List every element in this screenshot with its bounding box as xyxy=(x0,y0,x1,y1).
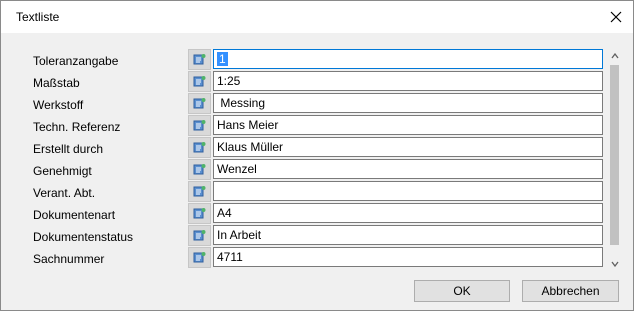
text-list-icon xyxy=(193,120,206,131)
row-techn-referenz: Techn. Referenz Hans Meier xyxy=(1,115,633,137)
cancel-button[interactable]: Abbrechen xyxy=(522,280,619,302)
close-icon xyxy=(610,11,622,23)
text-select-button[interactable] xyxy=(188,137,211,158)
scroll-up-button[interactable] xyxy=(608,49,621,63)
field-label: Genehmigt xyxy=(33,164,92,178)
field-label: Maßstab xyxy=(33,76,80,90)
text-select-button[interactable] xyxy=(188,159,211,180)
text-list-icon xyxy=(193,76,206,87)
text-list-icon xyxy=(193,142,206,153)
field-label: Erstellt durch xyxy=(33,142,104,156)
value-input[interactable]: 4711 xyxy=(213,247,603,267)
text-list-icon xyxy=(193,186,206,197)
text-list-icon xyxy=(193,54,206,65)
textliste-dialog: Textliste Toleranzangabe 1 Maßstab 1:25 … xyxy=(0,0,634,311)
text-list-icon xyxy=(193,230,206,241)
scroll-down-button[interactable] xyxy=(608,257,621,271)
text-list-icon xyxy=(193,252,206,263)
ok-button[interactable]: OK xyxy=(414,280,510,302)
text-list-icon xyxy=(193,164,206,175)
row-toleranzangabe: Toleranzangabe 1 xyxy=(1,49,633,71)
field-label: Dokumentenart xyxy=(33,208,116,222)
row-sachnummer: Sachnummer 4711 xyxy=(1,247,633,269)
text-select-button[interactable] xyxy=(188,181,211,202)
text-select-button[interactable] xyxy=(188,71,211,92)
field-label: Dokumentenstatus xyxy=(33,230,134,244)
chevron-down-icon xyxy=(610,261,619,267)
field-label: Werkstoff xyxy=(33,98,84,112)
text-select-button[interactable] xyxy=(188,115,211,136)
row-dokumentenstatus: Dokumentenstatus In Arbeit xyxy=(1,225,633,247)
text-list-icon xyxy=(193,98,206,109)
value-input[interactable] xyxy=(213,181,603,201)
value-input[interactable]: Messing xyxy=(213,93,603,113)
chevron-up-icon xyxy=(610,53,619,59)
field-label: Techn. Referenz xyxy=(33,120,121,134)
field-label: Sachnummer xyxy=(33,252,105,266)
row-dokumentenart: Dokumentenart A4 xyxy=(1,203,633,225)
text-select-button[interactable] xyxy=(188,203,211,224)
row-massstab: Maßstab 1:25 xyxy=(1,71,633,93)
text-list-icon xyxy=(193,208,206,219)
text-select-button[interactable] xyxy=(188,93,211,114)
value-input[interactable]: A4 xyxy=(213,203,603,223)
row-genehmigt: Genehmigt Wenzel xyxy=(1,159,633,181)
text-select-button[interactable] xyxy=(188,247,211,268)
scroll-thumb[interactable] xyxy=(610,65,619,245)
text-select-button[interactable] xyxy=(188,49,211,70)
value-input[interactable]: In Arbeit xyxy=(213,225,603,245)
value-input[interactable]: 1 xyxy=(213,49,603,69)
value-input[interactable]: Hans Meier xyxy=(213,115,603,135)
window-title: Textliste xyxy=(16,10,60,24)
close-button[interactable] xyxy=(599,1,633,33)
row-verant-abt: Verant. Abt. xyxy=(1,181,633,203)
field-label: Toleranzangabe xyxy=(33,54,119,68)
field-label: Verant. Abt. xyxy=(33,186,96,200)
row-werkstoff: Werkstoff Messing xyxy=(1,93,633,115)
value-input[interactable]: Wenzel xyxy=(213,159,603,179)
value-input[interactable]: Klaus Müller xyxy=(213,137,603,157)
value-input[interactable]: 1:25 xyxy=(213,71,603,91)
row-erstellt-durch: Erstellt durch Klaus Müller xyxy=(1,137,633,159)
vertical-scrollbar[interactable] xyxy=(608,49,621,271)
title-bar: Textliste xyxy=(1,1,633,33)
text-select-button[interactable] xyxy=(188,225,211,246)
